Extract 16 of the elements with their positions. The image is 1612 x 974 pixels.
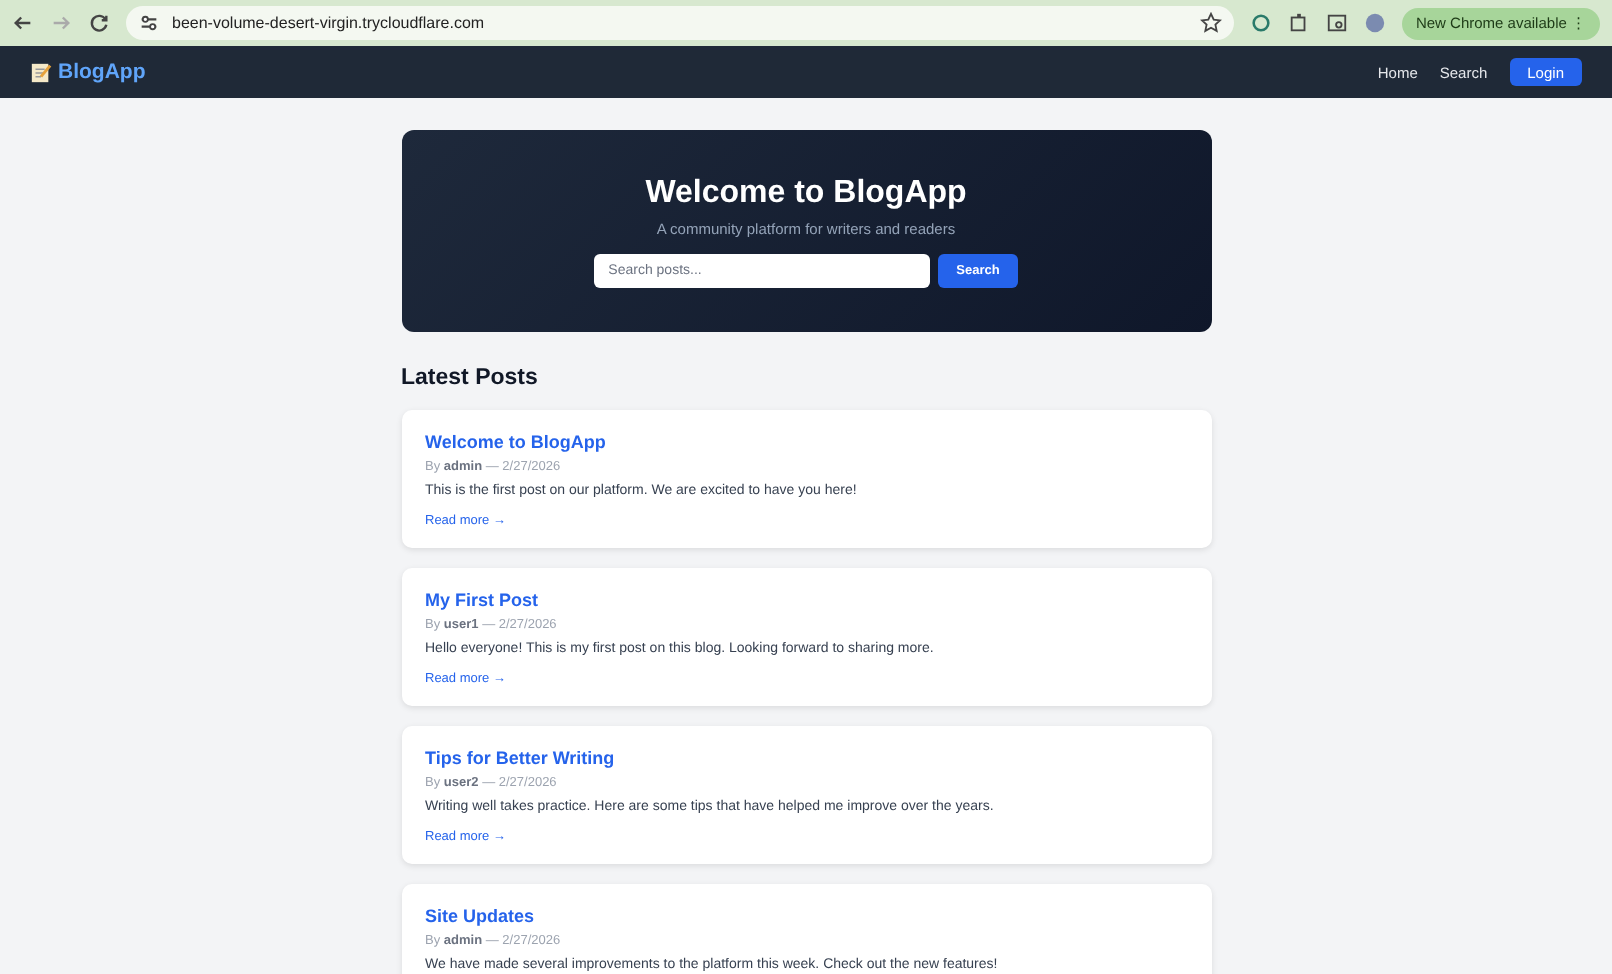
- star-icon[interactable]: [1199, 12, 1222, 34]
- section-heading: Latest Posts: [401, 366, 540, 390]
- post-title[interactable]: My First Post: [425, 590, 539, 610]
- hero-title: Welcome to BlogApp: [645, 175, 967, 211]
- post-title[interactable]: Site Updates: [425, 906, 535, 926]
- tab-search-icon[interactable]: [1325, 12, 1348, 34]
- url-text: been-volume-desert-virgin.trycloudflare.com: [172, 14, 487, 32]
- brand-link[interactable]: BlogApp: [30, 60, 146, 84]
- profile-avatar-icon[interactable]: [1363, 12, 1386, 34]
- memo-icon: [30, 61, 52, 83]
- post-title[interactable]: Tips for Better Writing: [425, 748, 615, 768]
- back-arrow-icon[interactable]: [12, 12, 34, 34]
- post-title[interactable]: Welcome to BlogApp: [425, 432, 606, 452]
- reload-icon[interactable]: [88, 12, 110, 34]
- address-bar[interactable]: been-volume-desert-virgin.trycloudflare.com: [126, 6, 1234, 40]
- site-settings-icon[interactable]: [138, 12, 160, 34]
